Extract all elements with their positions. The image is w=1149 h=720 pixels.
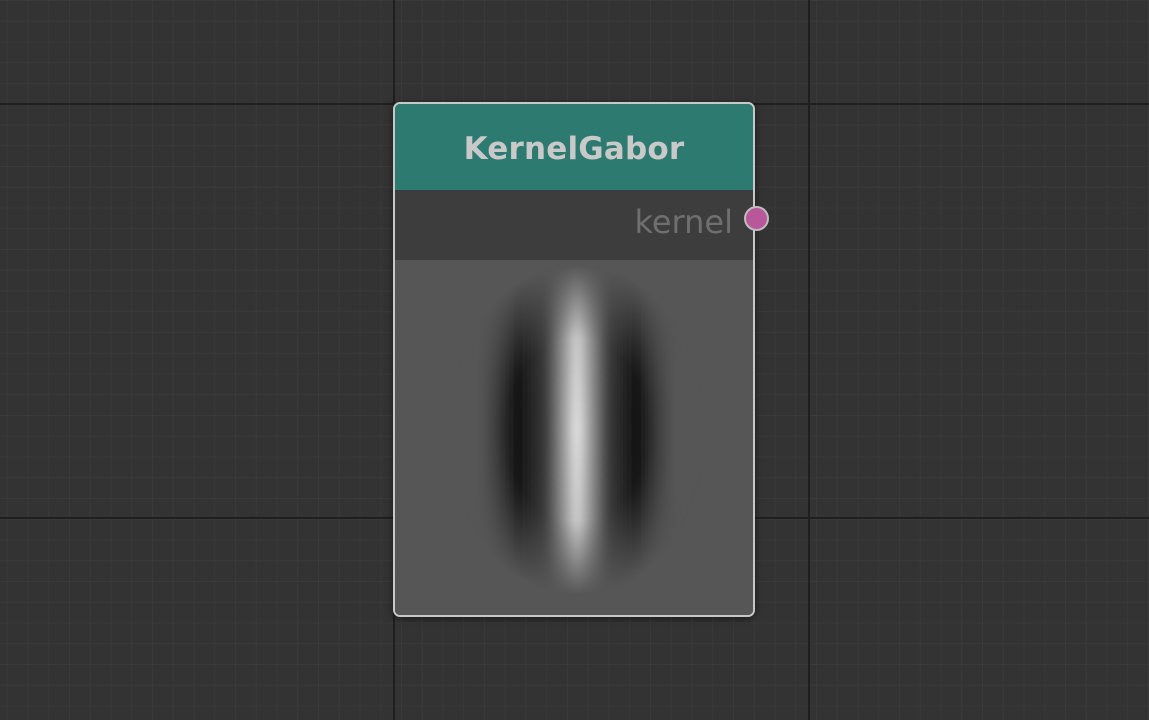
gabor-kernel-preview bbox=[395, 260, 753, 615]
kernel-preview-image bbox=[395, 260, 753, 615]
output-port-connector[interactable] bbox=[744, 206, 769, 231]
node-header[interactable]: KernelGabor bbox=[395, 104, 753, 190]
kernel-gabor-node[interactable]: KernelGabor kernel bbox=[393, 102, 769, 617]
node-graph-canvas[interactable]: KernelGabor kernel bbox=[0, 0, 1149, 720]
node-title: KernelGabor bbox=[463, 131, 685, 167]
output-port-row: kernel bbox=[395, 190, 769, 260]
output-port-label: kernel bbox=[634, 203, 733, 241]
grid-major-line bbox=[808, 0, 810, 720]
